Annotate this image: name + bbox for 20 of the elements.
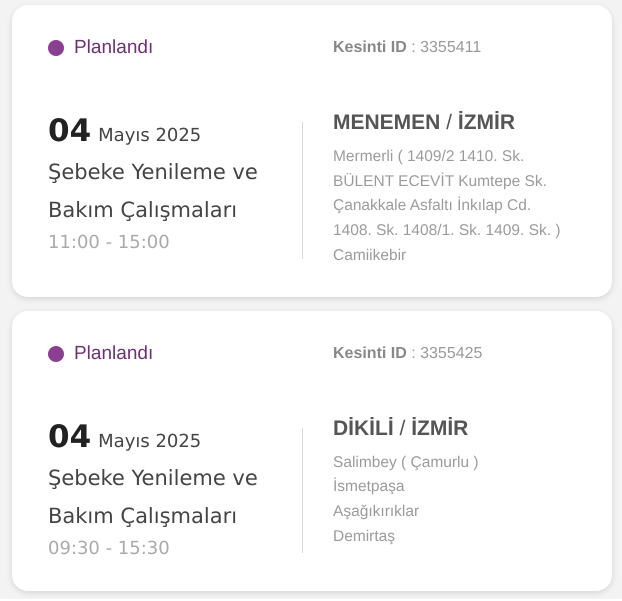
neighborhood-text: İsmetpaşa xyxy=(333,476,406,498)
outage-id: Kesinti ID : 3355425 xyxy=(333,344,482,364)
outage-id: Kesinti ID : 3355411 xyxy=(333,38,482,58)
date-day: 04 xyxy=(48,418,92,456)
outage-title: Şebeke Yenileme ve Bakım Çalışmaları xyxy=(48,159,259,224)
district-label: MENEMEN / İZMİR xyxy=(333,110,516,136)
outage-title: Şebeke Yenileme ve Bakım Çalışmaları xyxy=(48,464,259,530)
neighborhood-text: Aşağıkırıklar xyxy=(333,502,420,522)
status-label: Planlandı xyxy=(74,342,154,366)
district-label: DİKİLİ / İZMİR xyxy=(333,416,470,442)
date-month-year: Mayıs 2025 xyxy=(98,430,202,454)
date-day: 04 xyxy=(48,112,92,150)
neighborhood-text: Salimbey ( Çamurlu ) xyxy=(333,452,480,473)
date-month-year: Mayıs 2025 xyxy=(98,124,202,148)
status-label: Planlandı xyxy=(74,36,154,60)
neighborhood-text: Mermerli ( 1409/2 1410. Sk. BÜLENT ECEVİT Kumtepe Sk. Çanakkale Asfaltı İnkılap Cd. 1408. Sk. 1408/1. Sk. 1409. Sk. ) xyxy=(333,147,562,242)
neighborhood-text: Camiikebir xyxy=(333,246,408,266)
neighborhood-text: Demirtaş xyxy=(333,526,396,547)
time-range: 09:30 - 15:30 xyxy=(48,536,171,561)
time-range: 11:00 - 15:00 xyxy=(48,231,171,255)
